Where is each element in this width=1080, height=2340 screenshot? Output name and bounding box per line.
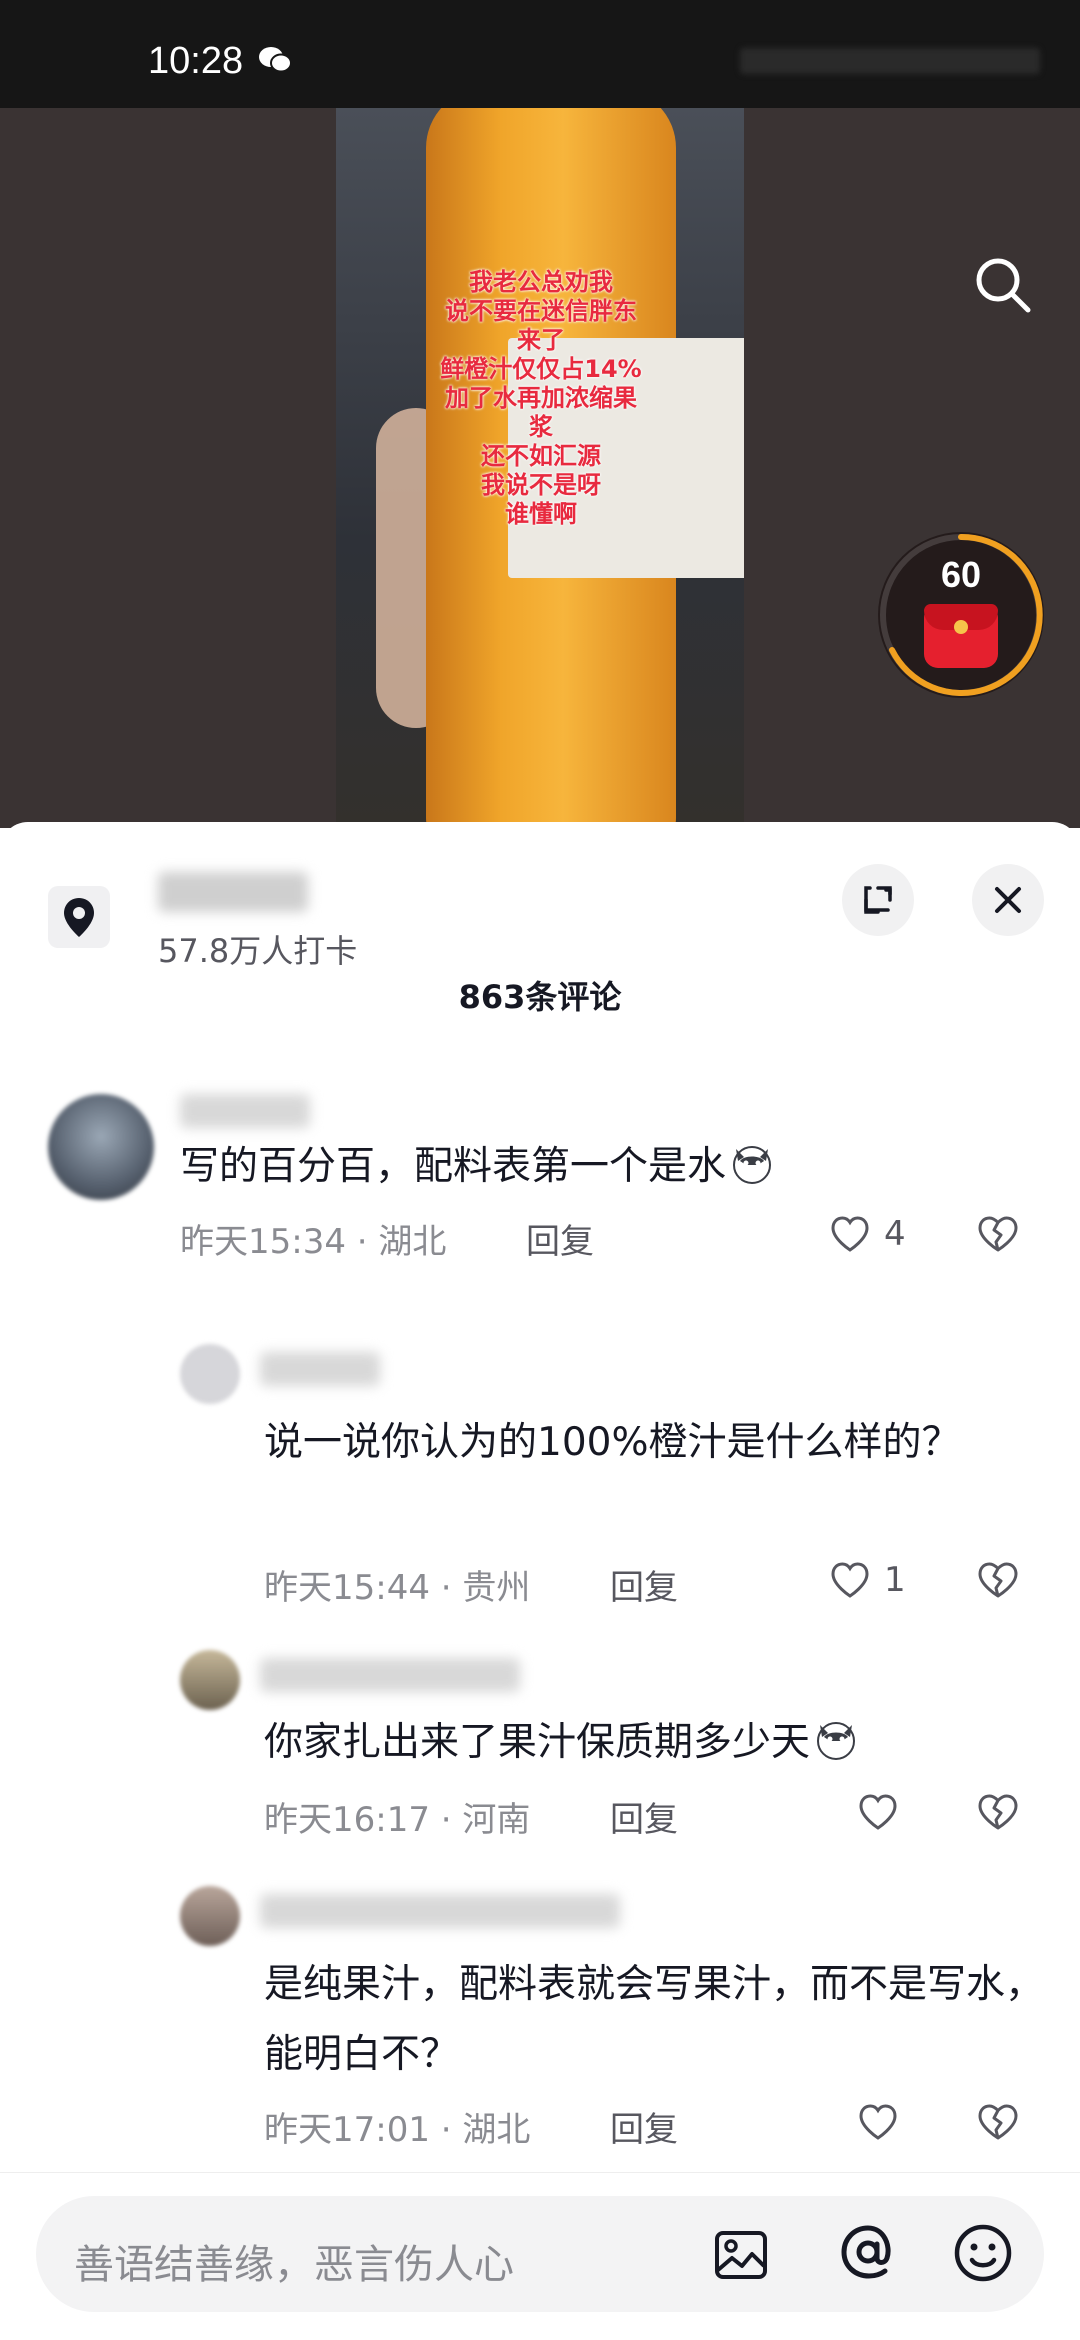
search-icon[interactable]	[968, 250, 1038, 320]
heart-icon[interactable]	[828, 1558, 872, 1602]
video-caption-overlay: 我老公总劝我 说不要在迷信胖东 来了 鲜橙汁仅仅占14% 加了水再加浓缩果 浆 …	[376, 268, 706, 529]
reply-item: 说一说你认为的100%橙汁是什么样的？ 昨天15:44 · 贵州 回复 1	[0, 1334, 1080, 1654]
overlay-line: 来了	[517, 326, 565, 354]
broken-heart-icon[interactable]	[974, 2100, 1022, 2144]
reply-button[interactable]: 回复	[610, 1560, 678, 1609]
like-count: 4	[884, 1214, 906, 1254]
wolf-emoji-icon	[817, 1722, 856, 1760]
overlay-line: 浆	[529, 413, 553, 441]
status-bar: 10:28	[0, 0, 1080, 108]
username-blurred[interactable]	[260, 1894, 620, 1928]
wolf-emoji-icon	[733, 1146, 772, 1184]
comment-text: 你家扎出来了果汁保质期多少天	[264, 1708, 1044, 1778]
status-time: 10:28	[148, 40, 244, 82]
location-name-blurred[interactable]	[158, 872, 308, 912]
avatar[interactable]	[180, 1650, 240, 1710]
comment-text: 说一说你认为的100%橙汁是什么样的？	[264, 1420, 961, 1465]
comment-meta: 昨天15:34 · 湖北	[180, 1222, 447, 1262]
heart-icon[interactable]	[856, 1790, 900, 1834]
location-pin-icon[interactable]	[48, 886, 110, 948]
comment-text: 写的百分百，配料表第一个是水	[180, 1132, 1000, 1202]
heart-icon[interactable]	[856, 2100, 900, 2144]
overlay-line: 鲜橙汁仅仅占14%	[440, 355, 642, 383]
input-divider	[0, 2172, 1080, 2173]
comment-input[interactable]: 善语结善缘，恶言伤人心	[36, 2196, 1044, 2312]
like-count: 1	[884, 1560, 906, 1600]
close-icon	[995, 887, 1021, 913]
expand-button[interactable]	[842, 864, 914, 936]
avatar[interactable]	[48, 1094, 154, 1200]
broken-heart-icon[interactable]	[974, 1790, 1022, 1834]
reply-button[interactable]: 回复	[526, 1214, 594, 1263]
comment-text: 是纯果汁，配料表就会写果汁，而不是写水，能明白不？	[264, 1962, 1045, 2077]
location-checkin-count: 57.8万人打卡	[158, 932, 358, 970]
broken-heart-icon[interactable]	[974, 1558, 1022, 1602]
emoji-icon[interactable]	[952, 2222, 1014, 2284]
mention-icon[interactable]	[836, 2220, 900, 2284]
heart-icon[interactable]	[828, 1212, 872, 1256]
wechat-icon	[259, 47, 292, 73]
reply-item: 你家扎出来了果汁保质期多少天 昨天16:17 · 河南 回复	[0, 1642, 1080, 1882]
comment-meta: 昨天17:01 · 湖北	[264, 2110, 531, 2150]
reply-button[interactable]: 回复	[610, 1792, 678, 1841]
video-frame: 我老公总劝我 说不要在迷信胖东 来了 鲜橙汁仅仅占14% 加了水再加浓缩果 浆 …	[336, 108, 744, 828]
username-blurred[interactable]	[260, 1658, 520, 1692]
username-blurred[interactable]	[180, 1094, 310, 1128]
status-icons-blurred	[740, 48, 1040, 74]
comment-meta: 昨天15:44 · 贵州	[264, 1568, 531, 1608]
red-packet-count: 60	[940, 554, 982, 595]
broken-heart-icon[interactable]	[974, 1212, 1022, 1256]
username-blurred[interactable]	[260, 1352, 380, 1386]
comment-meta: 昨天16:17 · 河南	[264, 1800, 531, 1840]
avatar[interactable]	[180, 1886, 240, 1946]
overlay-line: 我老公总劝我	[469, 268, 613, 296]
image-icon[interactable]	[712, 2226, 770, 2284]
overlay-line: 我说不是呀	[481, 471, 601, 499]
overlay-line: 说不要在迷信胖东	[445, 297, 637, 325]
reply-button[interactable]: 回复	[610, 2102, 678, 2151]
red-packet-icon	[924, 604, 998, 668]
comment-input-placeholder: 善语结善缘，恶言伤人心	[74, 2242, 514, 2288]
comment-sheet: 57.8万人打卡 863条评论 写的百分百，配料表第一个是水 昨天15:34 ·…	[0, 822, 1080, 2340]
close-button[interactable]	[972, 864, 1044, 936]
video-player[interactable]: 我老公总劝我 说不要在迷信胖东 来了 鲜橙汁仅仅占14% 加了水再加浓缩果 浆 …	[0, 108, 1080, 828]
reply-item: 是纯果汁，配料表就会写果汁，而不是写水，能明白不？ 昨天17:01 · 湖北 回…	[0, 1878, 1080, 2198]
expand-icon	[864, 886, 892, 914]
overlay-line: 还不如汇源	[481, 442, 601, 470]
avatar[interactable]	[180, 1344, 240, 1404]
overlay-line: 加了水再加浓缩果	[445, 384, 637, 412]
comments-title: 863条评论	[458, 978, 622, 1016]
red-packet-widget[interactable]: 60	[878, 532, 1044, 698]
overlay-line: 谁懂啊	[505, 500, 577, 528]
